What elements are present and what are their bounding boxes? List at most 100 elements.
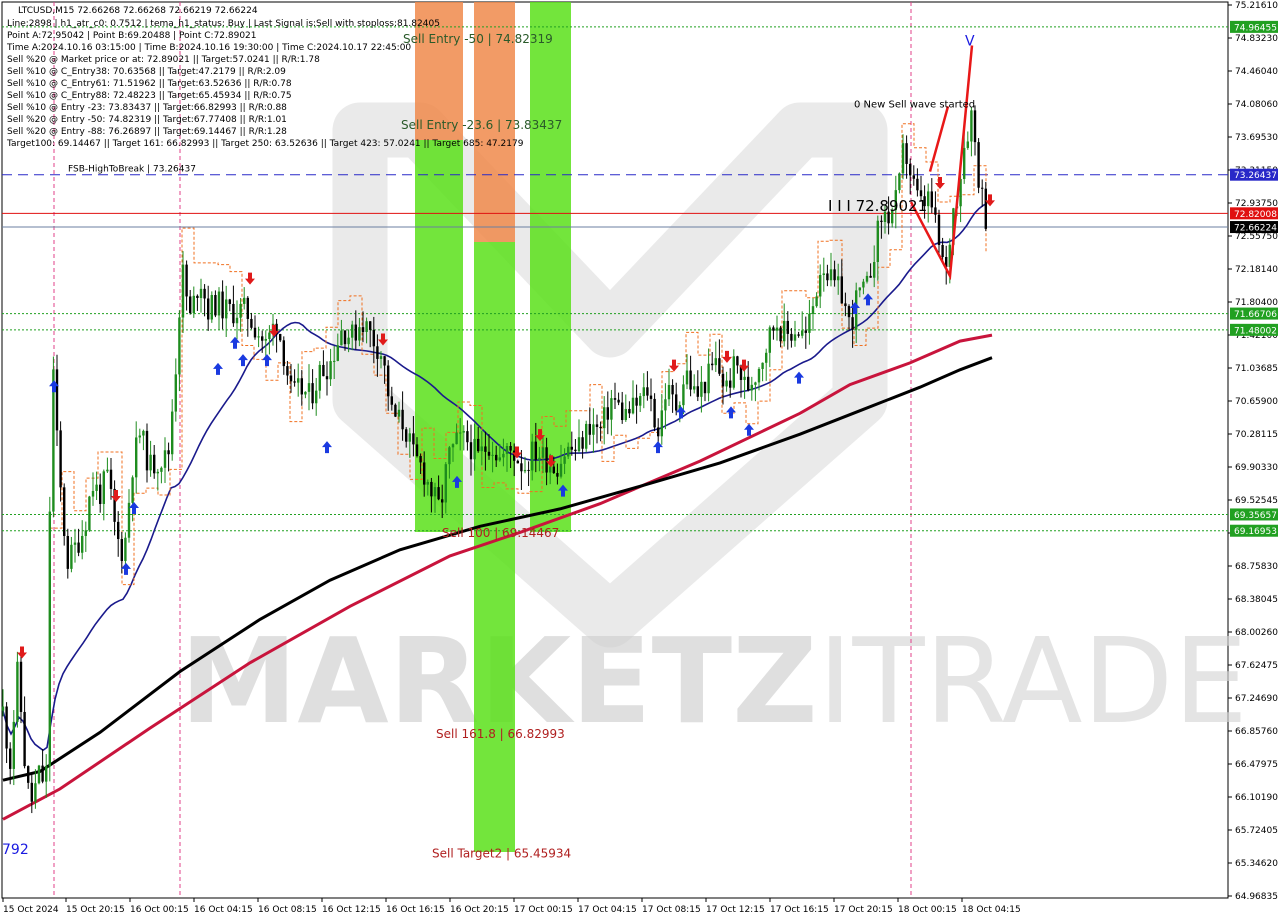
candle-body — [909, 163, 912, 176]
candle-body — [243, 297, 246, 304]
info-line: Target100: 69.14467 || Target 161: 66.82… — [6, 139, 524, 149]
zone-label: Sell Entry -23.6 | 73.83437 — [401, 118, 562, 132]
candle-body — [412, 433, 415, 445]
x-tick-label: 17 Oct 16:15 — [770, 905, 829, 915]
candle-body — [635, 397, 638, 406]
candle-body — [531, 441, 534, 471]
fibo-zone — [415, 140, 463, 532]
candle-body — [912, 175, 915, 179]
candle-body — [455, 432, 458, 445]
candle-body — [588, 423, 591, 435]
candle-body — [5, 706, 8, 749]
candle-body — [30, 782, 33, 802]
candle-body — [469, 442, 473, 460]
candle-body — [214, 295, 217, 316]
candle-body — [898, 173, 901, 191]
candle-body — [862, 281, 865, 288]
candle-body — [430, 481, 433, 497]
candle-body — [264, 338, 267, 341]
candle-body — [441, 499, 444, 503]
candle-body — [534, 441, 537, 460]
candle-body — [419, 456, 422, 463]
candle-body — [865, 275, 869, 282]
candle-body — [498, 457, 501, 461]
candle-body — [927, 191, 930, 207]
candle-body — [199, 288, 203, 298]
candle-body — [880, 220, 883, 222]
candle-body — [124, 537, 127, 561]
candle-body — [783, 320, 786, 342]
candle-body — [570, 446, 573, 450]
candle-body — [196, 295, 199, 298]
candle-body — [12, 721, 15, 769]
candle-body — [376, 346, 379, 359]
candle-body — [156, 471, 159, 474]
candle-body — [451, 444, 455, 448]
candle-body — [203, 288, 206, 299]
candle-body — [315, 390, 318, 404]
candle-body — [401, 409, 404, 430]
info-line: Sell %10 @ C_Entry38: 70.63568 || Target… — [7, 67, 286, 77]
price-tag-label: 71.48002 — [1234, 326, 1277, 336]
y-tick-label: 67.24690 — [1235, 694, 1278, 704]
y-tick-label: 65.34620 — [1235, 859, 1278, 869]
candle-body — [250, 318, 253, 328]
candle-body — [257, 336, 260, 338]
candle-body — [106, 469, 109, 472]
candle-body — [815, 296, 818, 307]
candle-body — [804, 330, 807, 333]
price-chart[interactable]: MARKETZITRADE FSB-HighToBreak | 73.26437… — [0, 0, 1280, 920]
candle-body — [383, 356, 386, 366]
candle-body — [905, 143, 908, 164]
candle-body — [693, 386, 696, 390]
candle-body — [307, 383, 311, 392]
info-line: Sell %20 @ Entry -50: 74.82319 || Target… — [7, 115, 287, 125]
candle-body — [55, 369, 59, 431]
candle-body — [840, 276, 843, 304]
candle-body — [394, 404, 397, 417]
candle-body — [721, 373, 725, 387]
candle-body — [135, 437, 138, 478]
x-tick-label: 16 Oct 12:15 — [322, 905, 381, 915]
y-tick-label: 75.21610 — [1235, 1, 1278, 11]
candle-body — [707, 363, 710, 394]
candle-body — [577, 437, 581, 452]
candle-body — [581, 437, 584, 449]
candle-body — [117, 521, 120, 540]
x-tick-label: 16 Oct 00:15 — [130, 905, 189, 915]
candle-body — [667, 384, 671, 400]
info-line: Sell %20 @ Entry -88: 76.26897 || Target… — [7, 127, 287, 137]
candle-body — [178, 317, 181, 375]
y-tick-label: 64.96835 — [1235, 892, 1278, 902]
candle-body — [631, 397, 635, 414]
candle-body — [23, 711, 26, 767]
y-tick-label: 69.52545 — [1235, 496, 1278, 506]
info-line: Sell %20 @ Market price or at: 72.89021 … — [7, 55, 320, 65]
candle-body — [919, 190, 923, 197]
candle-body — [556, 473, 559, 477]
candle-body — [185, 264, 188, 297]
candle-body — [81, 535, 84, 553]
candle-body — [239, 303, 242, 318]
candle-body — [901, 143, 905, 174]
y-tick-label: 74.46040 — [1235, 67, 1278, 77]
candle-body — [138, 435, 141, 438]
candle-body — [541, 447, 545, 458]
candle-body — [779, 327, 782, 342]
candle-body — [167, 450, 170, 455]
candle-body — [639, 396, 642, 406]
x-tick-label: 16 Oct 08:15 — [258, 905, 317, 915]
candle-body — [261, 336, 264, 341]
info-line: Sell %10 @ C_Entry88: 72.48223 || Target… — [7, 91, 292, 101]
candle-body — [934, 207, 937, 215]
info-line: Line:2898 | h1_atr_c0: 0.7512 | tema_h1_… — [7, 19, 440, 29]
candle-body — [736, 356, 739, 366]
candle-body — [415, 444, 419, 457]
candle-body — [750, 384, 753, 391]
candle-body — [358, 327, 361, 341]
y-tick-label: 74.83230 — [1235, 34, 1278, 44]
candle-body — [311, 383, 314, 404]
candle-body — [747, 376, 750, 391]
candle-body — [279, 333, 282, 341]
candle-body — [27, 766, 30, 783]
